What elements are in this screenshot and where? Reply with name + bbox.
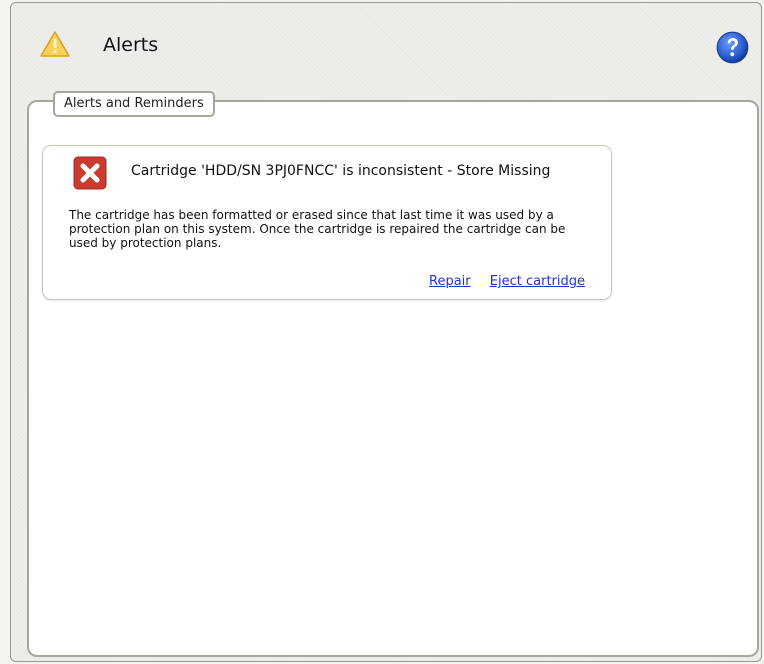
alert-actions: Repair Eject cartridge: [414, 274, 585, 289]
warning-triangle-icon: [39, 29, 71, 59]
page-title: Alerts: [103, 34, 159, 56]
alert-message: The cartridge has been formatted or eras…: [69, 208, 566, 250]
alert-card: Cartridge 'HDD/SN 3PJ0FNCC' is inconsist…: [42, 145, 612, 300]
error-x-icon: [73, 156, 107, 190]
panel-legend: Alerts and Reminders: [53, 91, 215, 117]
help-button[interactable]: [716, 31, 749, 64]
eject-cartridge-link[interactable]: Eject cartridge: [490, 274, 585, 289]
alerts-window: Alerts Alerts and Reminders Cartridge 'H…: [10, 2, 762, 662]
alert-title: Cartridge 'HDD/SN 3PJ0FNCC' is inconsist…: [131, 163, 551, 179]
repair-link[interactable]: Repair: [429, 274, 471, 289]
help-question-icon: [716, 31, 749, 64]
